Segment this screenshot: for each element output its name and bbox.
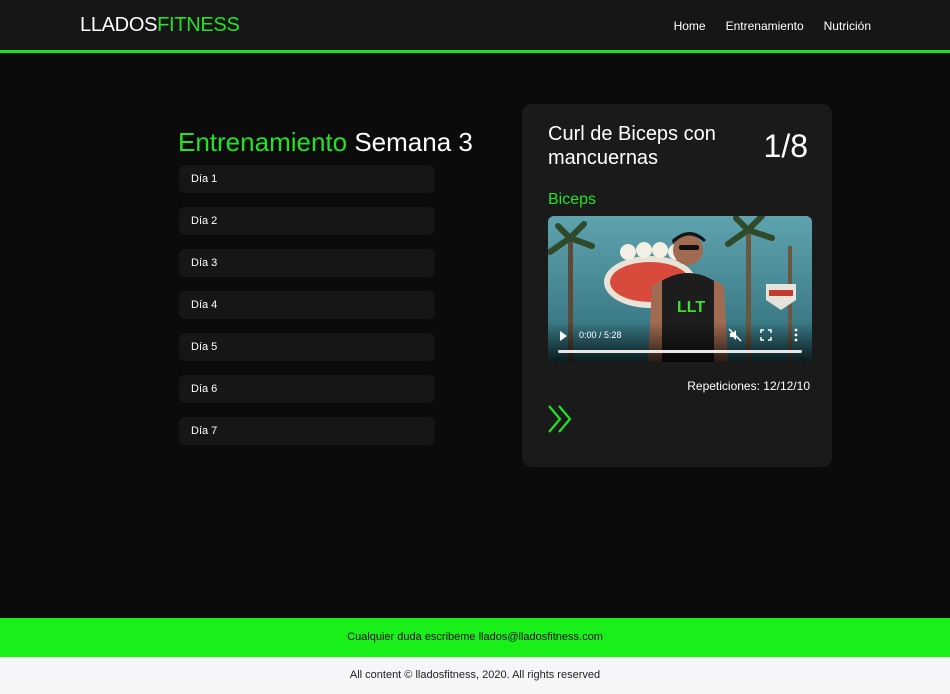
muscle-group-label: Biceps [548,191,597,208]
more-options-icon[interactable] [792,328,800,342]
mute-icon[interactable] [728,328,742,342]
page-title-highlight: Entrenamiento [178,127,348,157]
exercise-title: Curl de Biceps con mancuernas [548,123,716,169]
video-controls: 0:00 / 5:28 [548,322,812,362]
video-shirt-logo: LLT [677,299,705,316]
day-list: Día 1 Día 2 Día 3 Día 4 Día 5 Día 6 Día … [179,165,435,459]
page-title: Entrenamiento Semana 3 [178,127,473,158]
day-item-2[interactable]: Día 2 [179,207,435,235]
logo-text-fitness: FITNESS [157,14,240,36]
day-item-4[interactable]: Día 4 [179,291,435,319]
copyright-footer: All content © lladosfitness, 2020. All r… [0,657,950,694]
video-progress-bar[interactable] [558,350,802,353]
day-item-6[interactable]: Día 6 [179,375,435,403]
exercise-counter: 1/8 [763,128,808,164]
main-nav: Home Entrenamiento Nutrición [674,19,871,33]
logo-text-llados: LLADOS [80,14,158,36]
next-exercise-chevrons-icon[interactable] [547,404,575,434]
exercise-video[interactable]: LLT 0:00 / 5:28 [548,216,812,362]
video-time: 0:00 / 5:28 [579,330,622,340]
copyright-text: All content © lladosfitness, 2020. All r… [349,669,601,681]
day-item-3[interactable]: Día 3 [179,249,435,277]
page-title-week: Semana 3 [347,127,473,157]
main-content: Entrenamiento Semana 3 Día 1 Día 2 Día 3… [0,56,950,618]
repetitions-label: Repeticiones: 12/12/10 [687,379,810,393]
day-item-7[interactable]: Día 7 [179,417,435,445]
nav-nutricion[interactable]: Nutrición [824,19,871,33]
exercise-card: Curl de Biceps con mancuernas 1/8 Biceps [522,104,832,467]
nav-home[interactable]: Home [674,19,706,33]
day-item-5[interactable]: Día 5 [179,333,435,361]
site-header: LLADOSFITNESS Home Entrenamiento Nutrici… [0,0,950,53]
contact-footer: Cualquier duda escribeme llados@lladosfi… [0,618,950,657]
contact-text: Cualquier duda escribeme llados@lladosfi… [347,631,603,643]
site-logo[interactable]: LLADOSFITNESS [80,14,240,37]
play-icon[interactable] [560,331,567,341]
nav-entrenamiento[interactable]: Entrenamiento [726,19,804,33]
day-item-1[interactable]: Día 1 [179,165,435,193]
fullscreen-icon[interactable] [760,329,772,341]
